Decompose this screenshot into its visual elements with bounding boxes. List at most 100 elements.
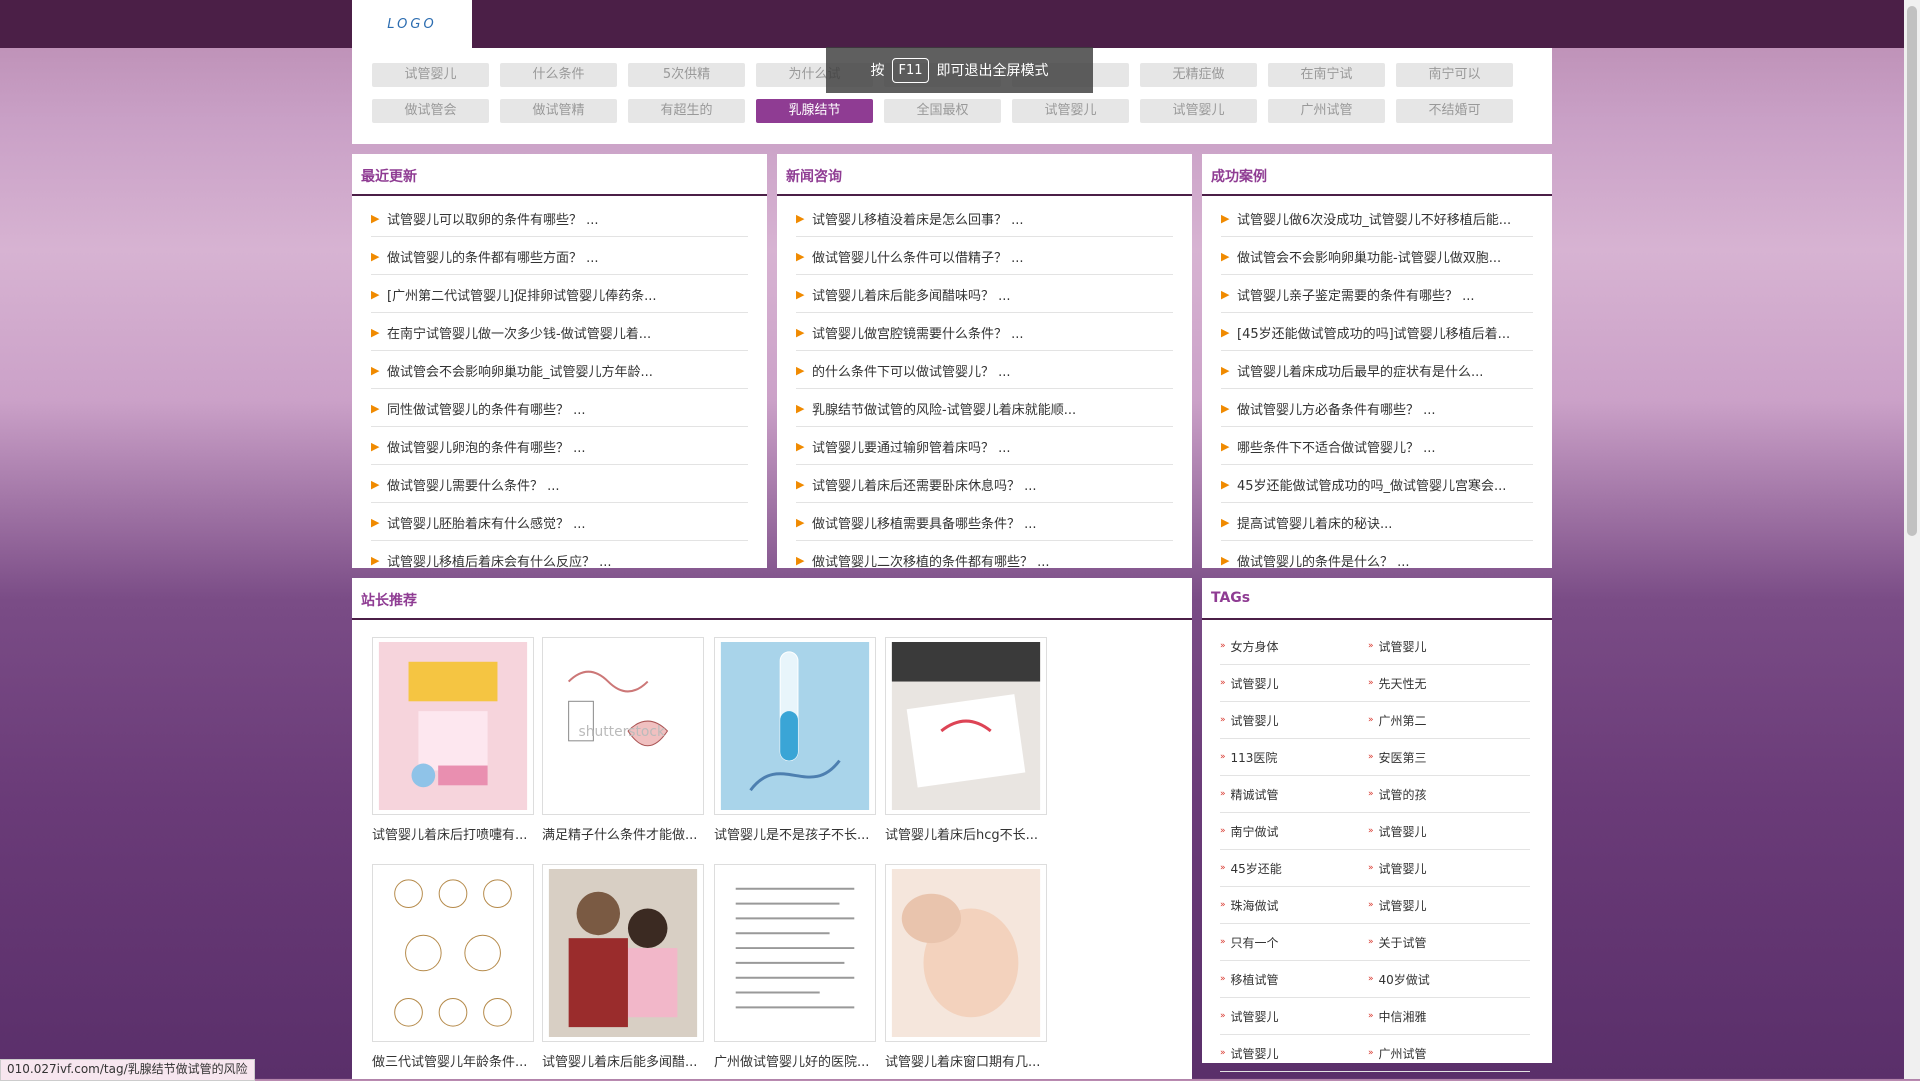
list-item[interactable]: ▶ 试管婴儿做宫腔镜需要什么条件？ ...	[796, 314, 1173, 351]
tag-button[interactable]: 无精症做	[1140, 63, 1257, 87]
list-item-link[interactable]: 做试管婴儿方必备条件有哪些？ ...	[1237, 399, 1436, 418]
tag-button[interactable]: 不结婚可	[1396, 99, 1513, 123]
list-item-link[interactable]: 提高试管婴儿着床的秘诀...	[1237, 513, 1392, 532]
list-item[interactable]: ▶ 做试管会不会影响卵巢功能_试管婴儿方年龄...	[371, 352, 748, 389]
card-caption[interactable]: 试管婴儿着床窗口期有几...	[885, 1051, 1055, 1070]
recommend-card[interactable]: 试管婴儿着床后打喷嚏有...	[372, 637, 542, 843]
list-item[interactable]: ▶ 做试管婴儿卵泡的条件有哪些？ ...	[371, 428, 748, 465]
list-item[interactable]: ▶ 45岁还能做试管成功的吗_做试管婴儿宫寒会...	[1221, 466, 1533, 503]
list-item-link[interactable]: 做试管婴儿二次移植的条件都有哪些？ ...	[812, 551, 1050, 570]
tag-link[interactable]: » 试管的孩	[1368, 786, 1516, 803]
list-item[interactable]: ▶ 试管婴儿着床后还需要卧床休息吗？ ...	[796, 466, 1173, 503]
tag-link[interactable]: » 只有一个	[1220, 934, 1368, 951]
recommend-card[interactable]: 试管婴儿是不是孩子不长...	[714, 637, 884, 843]
list-item[interactable]: ▶ 试管婴儿移植后着床会有什么反应？ ...	[371, 542, 748, 579]
list-item[interactable]: ▶ 提高试管婴儿着床的秘诀...	[1221, 504, 1533, 541]
tag-button[interactable]: 5次供精	[628, 63, 745, 87]
tag-link[interactable]: » 女方身体	[1220, 638, 1368, 655]
list-item[interactable]: ▶ 试管婴儿着床成功后最早的症状有是什么...	[1221, 352, 1533, 389]
recommend-card[interactable]: 试管婴儿着床后hcg不长...	[885, 637, 1055, 843]
tag-link[interactable]: » 40岁做试	[1368, 971, 1516, 988]
list-item[interactable]: ▶ 乳腺结节做试管的风险-试管婴儿着床就能顺...	[796, 390, 1173, 427]
list-item-link[interactable]: 在南宁试管婴儿做一次多少钱-做试管婴儿着...	[387, 323, 651, 342]
list-item-link[interactable]: 做试管婴儿需要什么条件？ ...	[387, 475, 560, 494]
recommend-card[interactable]: 广州做试管婴儿好的医院...	[714, 864, 884, 1070]
tag-link[interactable]: » 南宁做试	[1220, 823, 1368, 840]
tag-link[interactable]: » 试管婴儿	[1220, 675, 1368, 692]
tag-link[interactable]: » 中信湘雅	[1368, 1008, 1516, 1025]
list-item[interactable]: ▶ 试管婴儿做6次没成功_试管婴儿不好移植后能...	[1221, 200, 1533, 237]
tag-link[interactable]: » 关于试管	[1368, 934, 1516, 951]
tag-link[interactable]: » 试管婴儿	[1220, 712, 1368, 729]
tag-link[interactable]: » 先天性无	[1368, 675, 1516, 692]
tag-button[interactable]: 试管婴儿	[372, 63, 489, 87]
list-item-link[interactable]: 试管婴儿要通过输卵管着床吗？ ...	[812, 437, 1011, 456]
list-item[interactable]: ▶ 做试管婴儿需要什么条件？ ...	[371, 466, 748, 503]
list-item-link[interactable]: [广州第二代试管婴儿]促排卵试管婴儿俸药条...	[387, 285, 657, 304]
list-item-link[interactable]: 哪些条件下不适合做试管婴儿？ ...	[1237, 437, 1436, 456]
card-thumbnail[interactable]	[372, 864, 534, 1042]
list-item-link[interactable]: 试管婴儿移植后着床会有什么反应？ ...	[387, 551, 612, 570]
tag-button[interactable]: 试管婴儿	[1140, 99, 1257, 123]
tag-link[interactable]: » 试管婴儿	[1368, 897, 1516, 914]
card-thumbnail[interactable]	[714, 637, 876, 815]
tag-button[interactable]: 做试管精	[500, 99, 617, 123]
list-item[interactable]: ▶ [45岁还能做试管成功的吗]试管婴儿移植后着...	[1221, 314, 1533, 351]
list-item-link[interactable]: 做试管婴儿卵泡的条件有哪些？ ...	[387, 437, 586, 456]
list-item-link[interactable]: 试管婴儿亲子鉴定需要的条件有哪些？ ...	[1237, 285, 1475, 304]
list-item[interactable]: ▶ 试管婴儿可以取卵的条件有哪些？ ...	[371, 200, 748, 237]
list-item-link[interactable]: 试管婴儿着床后能多闻醋味吗？ ...	[812, 285, 1011, 304]
list-item-link[interactable]: 试管婴儿做6次没成功_试管婴儿不好移植后能...	[1237, 209, 1511, 228]
page-scrollbar[interactable]	[1904, 0, 1920, 1079]
tag-button[interactable]: 做试管会	[372, 99, 489, 123]
list-item-link[interactable]: 乳腺结节做试管的风险-试管婴儿着床就能顺...	[812, 399, 1076, 418]
list-item-link[interactable]: 同性做试管婴儿的条件有哪些？ ...	[387, 399, 586, 418]
card-caption[interactable]: 做三代试管婴儿年龄条件...	[372, 1051, 542, 1070]
tag-button[interactable]: 全国最权	[884, 99, 1001, 123]
card-thumbnail[interactable]	[372, 637, 534, 815]
card-thumbnail[interactable]	[885, 864, 1047, 1042]
tag-link[interactable]: » 试管婴儿	[1368, 823, 1516, 840]
list-item[interactable]: ▶ 做试管婴儿的条件是什么？ ...	[1221, 542, 1533, 579]
list-item[interactable]: ▶ 做试管婴儿的条件都有哪些方面？ ...	[371, 238, 748, 275]
list-item-link[interactable]: 试管婴儿着床后还需要卧床休息吗？ ...	[812, 475, 1037, 494]
tag-button[interactable]: 广州试管	[1268, 99, 1385, 123]
list-item-link[interactable]: 的什么条件下可以做试管婴儿？ ...	[812, 361, 1011, 380]
tag-button[interactable]: 有超生的	[628, 99, 745, 123]
tag-button[interactable]: 乳腺结节	[756, 99, 873, 123]
list-item[interactable]: ▶ 试管婴儿要通过输卵管着床吗？ ...	[796, 428, 1173, 465]
list-item-link[interactable]: 试管婴儿可以取卵的条件有哪些？ ...	[387, 209, 599, 228]
list-item-link[interactable]: 做试管会不会影响卵巢功能_试管婴儿方年龄...	[387, 361, 653, 380]
list-item-link[interactable]: 45岁还能做试管成功的吗_做试管婴儿宫寒会...	[1237, 475, 1506, 494]
tag-link[interactable]: » 移植试管	[1220, 971, 1368, 988]
recommend-card[interactable]: shutterstock 满足精子什么条件才能做...	[542, 637, 712, 843]
card-thumbnail[interactable]	[542, 864, 704, 1042]
list-item[interactable]: ▶ 同性做试管婴儿的条件有哪些？ ...	[371, 390, 748, 427]
list-item-link[interactable]: [45岁还能做试管成功的吗]试管婴儿移植后着...	[1237, 323, 1510, 342]
card-caption[interactable]: 满足精子什么条件才能做...	[542, 824, 712, 843]
tag-button[interactable]: 在南宁试	[1268, 63, 1385, 87]
card-caption[interactable]: 试管婴儿着床后打喷嚏有...	[372, 824, 542, 843]
card-caption[interactable]: 广州做试管婴儿好的医院...	[714, 1051, 884, 1070]
list-item-link[interactable]: 做试管会不会影响卵巢功能-试管婴儿做双胞...	[1237, 247, 1501, 266]
list-item[interactable]: ▶ [广州第二代试管婴儿]促排卵试管婴儿俸药条...	[371, 276, 748, 313]
list-item-link[interactable]: 做试管婴儿的条件是什么？ ...	[1237, 551, 1410, 570]
tag-button[interactable]: 什么条件	[500, 63, 617, 87]
list-item[interactable]: ▶ 试管婴儿亲子鉴定需要的条件有哪些？ ...	[1221, 276, 1533, 313]
tag-link[interactable]: » 广州试管	[1368, 1045, 1516, 1062]
scrollbar-thumb[interactable]	[1907, 6, 1917, 536]
tag-link[interactable]: » 广州第二	[1368, 712, 1516, 729]
recommend-card[interactable]: 做三代试管婴儿年龄条件...	[372, 864, 542, 1070]
site-logo[interactable]: LOGO	[352, 0, 472, 48]
tag-link[interactable]: » 45岁还能	[1220, 860, 1368, 877]
list-item[interactable]: ▶ 试管婴儿移植没着床是怎么回事？ ...	[796, 200, 1173, 237]
tag-button[interactable]: 南宁可以	[1396, 63, 1513, 87]
list-item[interactable]: ▶ 在南宁试管婴儿做一次多少钱-做试管婴儿着...	[371, 314, 748, 351]
card-thumbnail[interactable]: shutterstock	[542, 637, 704, 815]
recommend-card[interactable]: 试管婴儿着床后能多闻醋...	[542, 864, 712, 1070]
tag-link[interactable]: » 安医第三	[1368, 749, 1516, 766]
list-item[interactable]: ▶ 做试管婴儿方必备条件有哪些？ ...	[1221, 390, 1533, 427]
tag-link[interactable]: » 试管婴儿	[1368, 860, 1516, 877]
list-item[interactable]: ▶ 的什么条件下可以做试管婴儿？ ...	[796, 352, 1173, 389]
tag-link[interactable]: » 试管婴儿	[1368, 638, 1516, 655]
